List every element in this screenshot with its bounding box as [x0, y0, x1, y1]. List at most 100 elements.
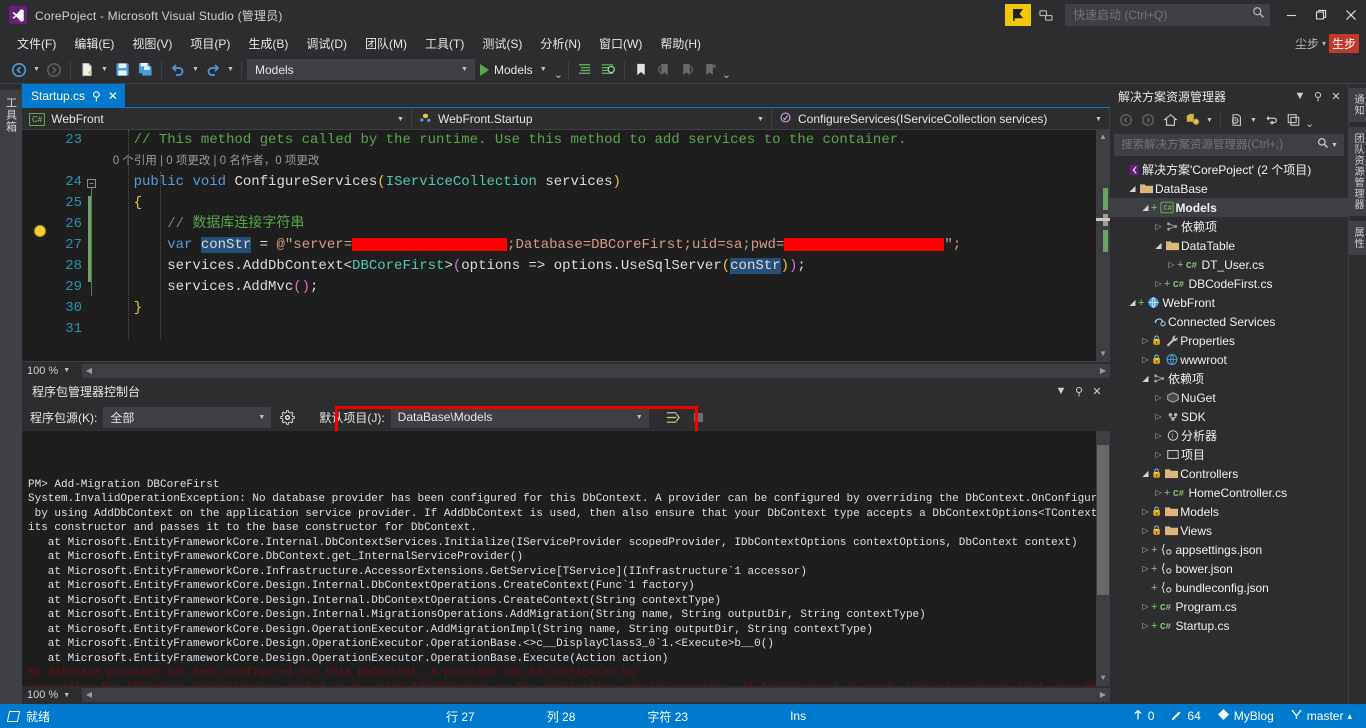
code-line[interactable]: // 数据库连接字符串	[100, 214, 1110, 235]
chevron-down-icon[interactable]: ▼	[1291, 87, 1309, 105]
chevron-right-icon[interactable]: ▷	[1140, 602, 1151, 611]
pin-icon[interactable]: ⚲	[1309, 87, 1327, 105]
feedback-flag-icon[interactable]	[1005, 4, 1031, 26]
refresh-icon[interactable]	[1261, 110, 1281, 130]
menu-help[interactable]: 帮助(H)	[651, 32, 710, 55]
solution-tree-item[interactable]: + bundleconfig.json	[1110, 578, 1348, 597]
chevron-right-icon[interactable]: ▷	[1153, 222, 1164, 231]
quick-launch-input[interactable]	[1073, 8, 1252, 22]
chevron-right-icon[interactable]: ▷	[1153, 488, 1164, 497]
solution-tree-item[interactable]: ▷ + C# HomeController.cs	[1110, 483, 1348, 502]
solution-explorer-overflow-icon[interactable]: ⌄	[1305, 117, 1314, 130]
maximize-restore-button[interactable]	[1306, 1, 1336, 29]
solution-tree-item[interactable]: ▷ 🔒 Properties	[1110, 331, 1348, 350]
console-horizontal-scrollbar[interactable]: ◀ ▶	[82, 688, 1110, 702]
code-text-area[interactable]: // This method gets called by the runtim…	[100, 130, 1110, 361]
new-item-icon[interactable]	[76, 59, 98, 81]
menu-view[interactable]: 视图(V)	[123, 32, 181, 55]
chevron-down-icon[interactable]: ▼	[634, 406, 645, 428]
next-bookmark-icon[interactable]	[676, 59, 698, 81]
solution-tree-item[interactable]: ◢ + C# Models	[1110, 198, 1348, 217]
solution-tree-item[interactable]: ▷ 项目	[1110, 445, 1348, 464]
code-line[interactable]: services.AddMvc();	[100, 277, 1110, 298]
sync-with-active-document-icon[interactable]	[1226, 110, 1246, 130]
editor-zoom-control[interactable]: 100 % ▼	[22, 365, 82, 377]
chevron-right-icon[interactable]: ▷	[1153, 412, 1164, 421]
navbar-member-combo[interactable]: ConfigureServices(IServiceCollection ser…	[772, 108, 1110, 130]
code-line[interactable]	[100, 319, 1110, 340]
solution-tree-item[interactable]: ▷ 🔒 Models	[1110, 502, 1348, 521]
scroll-down-arrow-icon[interactable]: ▼	[1096, 672, 1110, 686]
navigate-forward-icon[interactable]	[1138, 110, 1158, 130]
clear-console-icon[interactable]	[663, 407, 683, 427]
solution-tree-item[interactable]: ◢ DataTable	[1110, 236, 1348, 255]
gear-icon[interactable]	[277, 407, 297, 427]
toolbar-overflow-icon-2[interactable]: ⌄	[722, 68, 731, 81]
close-icon[interactable]: ✕	[108, 90, 118, 102]
solution-tree-item[interactable]: Connected Services	[1110, 312, 1348, 331]
chevron-down-icon[interactable]: ▼	[395, 108, 406, 130]
solution-tree-item[interactable]: ◢ 🔒 Controllers	[1110, 464, 1348, 483]
package-source-combo[interactable]: 全部 ▼	[103, 406, 272, 428]
minimize-button[interactable]	[1276, 1, 1306, 29]
solution-tree-item[interactable]: ◢ + WebFront	[1110, 293, 1348, 312]
chevron-down-icon[interactable]: ◢	[1153, 241, 1164, 250]
undo-icon[interactable]	[167, 59, 189, 81]
menu-analyze[interactable]: 分析(N)	[531, 32, 590, 55]
menu-build[interactable]: 生成(B)	[239, 32, 297, 55]
console-output[interactable]: ▲ ▼ PM> Add-Migration DBCoreFirst System.…	[22, 431, 1110, 686]
solution-tree-item[interactable]: ◢ 依赖项	[1110, 369, 1348, 388]
menu-team[interactable]: 团队(M)	[356, 32, 416, 55]
stop-icon[interactable]	[689, 407, 709, 427]
chevron-down-icon[interactable]: ▼	[1248, 109, 1259, 131]
solution-tree-item[interactable]: ▷ SDK	[1110, 407, 1348, 426]
close-icon[interactable]: ✕	[1327, 87, 1345, 105]
chevron-right-icon[interactable]: ▷	[1153, 393, 1164, 402]
chevron-down-icon[interactable]: ◢	[1127, 184, 1138, 193]
scroll-right-arrow-icon[interactable]: ▶	[1096, 364, 1110, 378]
search-icon[interactable]	[1317, 136, 1329, 154]
solution-tree-item[interactable]: ◢ DataBase	[1110, 179, 1348, 198]
comment-selection-icon[interactable]	[597, 59, 619, 81]
solution-tree-item[interactable]: ▷ + C# Startup.cs	[1110, 616, 1348, 635]
branch-selector[interactable]: master ▴	[1284, 708, 1358, 724]
chevron-down-icon[interactable]: ▾	[1322, 39, 1326, 48]
menu-window[interactable]: 窗口(W)	[590, 32, 651, 55]
menu-tools[interactable]: 工具(T)	[416, 32, 473, 55]
console-scroll-thumb[interactable]	[1097, 445, 1109, 595]
pin-icon[interactable]: ⚲	[1070, 382, 1088, 400]
default-project-combo[interactable]: DataBase\Models ▼	[390, 406, 649, 428]
solution-tree-item[interactable]: ▷ 🔒 Views	[1110, 521, 1348, 540]
chevron-right-icon[interactable]: ▷	[1140, 355, 1151, 364]
chevron-down-icon[interactable]: ▼	[1204, 109, 1215, 131]
source-control-repo[interactable]: MyBlog	[1211, 708, 1280, 724]
navbar-type-combo[interactable]: WebFront.Startup ▼	[412, 108, 772, 130]
chevron-down-icon[interactable]: ◢	[1140, 203, 1151, 212]
user-avatar[interactable]: 生步	[1328, 33, 1359, 53]
code-line[interactable]: var conStr = @"server= ;Database=DBCoreFi…	[100, 235, 1110, 256]
chevron-right-icon[interactable]: ▷	[1140, 336, 1151, 345]
menu-file[interactable]: 文件(F)	[8, 32, 65, 55]
solution-configuration-combo[interactable]: Models ▼	[247, 59, 475, 80]
chevron-down-icon[interactable]: ▼	[63, 367, 70, 374]
chevron-right-icon[interactable]: ▷	[1153, 279, 1164, 288]
code-editor[interactable]: 23 24 25 26 27 28 29 30 31 − // This method gets…	[22, 130, 1110, 361]
home-icon[interactable]	[1160, 110, 1180, 130]
menu-debug[interactable]: 调试(D)	[297, 32, 356, 55]
chevron-down-icon[interactable]: ◢	[1140, 469, 1151, 478]
send-feedback-icon[interactable]	[1033, 4, 1059, 26]
chevron-down-icon[interactable]: ▼	[755, 108, 766, 130]
quick-launch-box[interactable]	[1065, 4, 1270, 26]
code-line[interactable]: {	[100, 193, 1110, 214]
chevron-right-icon[interactable]: ▷	[1140, 545, 1151, 554]
scroll-up-arrow-icon[interactable]: ▲	[1096, 130, 1110, 144]
solution-tree-item[interactable]: 解决方案'CorePoject' (2 个项目)	[1110, 160, 1348, 179]
pin-icon[interactable]: ⚲	[92, 90, 101, 102]
solution-tree-item[interactable]: ▷ i 分析器	[1110, 426, 1348, 445]
chevron-down-icon[interactable]: ▼	[256, 406, 267, 428]
chevron-down-icon[interactable]: ▼	[538, 59, 549, 81]
chevron-right-icon[interactable]: ▷	[1140, 507, 1151, 516]
editor-vertical-scrollbar[interactable]: ▲ ▼	[1096, 130, 1110, 361]
solution-tree-item[interactable]: ▷ NuGet	[1110, 388, 1348, 407]
chevron-right-icon[interactable]: ▷	[1140, 564, 1151, 573]
